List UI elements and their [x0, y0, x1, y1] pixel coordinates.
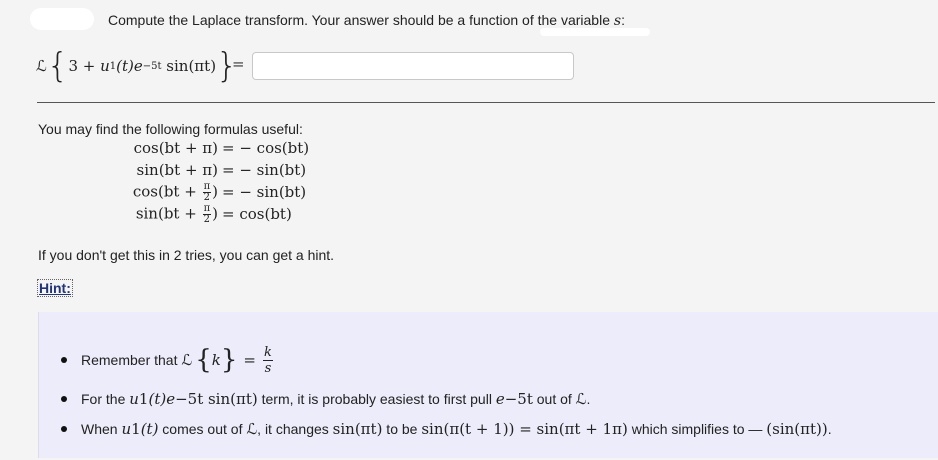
hint-link[interactable]: Hint: [37, 279, 73, 297]
hint3-t: (t) [140, 420, 159, 438]
hint3-mid: comes out of [158, 421, 247, 437]
hint2-laplace: ℒ [575, 390, 587, 408]
hint-item-3: When u 1 (t) comes out of ℒ , it changes s… [81, 418, 832, 440]
formula-lhs-post: ) [212, 204, 218, 222]
formula-row: cos(bt + π 2) = − sin(bt) [70, 181, 309, 203]
formula-lhs: cos(bt + π) [133, 139, 218, 157]
formula-lhs: cos(bt + π 2) [70, 180, 222, 203]
hint1-fraction: k s [262, 344, 273, 376]
hint2-exp: −5t [175, 390, 204, 408]
formula-rhs: = − sin(bt) [222, 183, 307, 201]
hint2-post: out of [532, 391, 576, 407]
redaction-mark [30, 8, 94, 30]
hint2-u: u [129, 390, 139, 408]
hint1-den: s [264, 360, 272, 376]
open-brace: { [46, 46, 69, 86]
hint2-mid: term, it is probably easiest to first pu… [257, 391, 496, 407]
hint-item-2: For the u 1 (t)e −5t sin(πt) term, it is pr… [81, 388, 590, 410]
expr-exp: −5t [142, 60, 162, 72]
formulas-intro: You may find the following formulas usef… [38, 121, 303, 137]
hint3-expr2: sin(π(t + 1)) = sin(πt + 1π) [421, 420, 628, 438]
expr-t: (t)e [116, 57, 143, 75]
fraction-num: π [202, 202, 212, 215]
question-text: Compute the Laplace transform. Your answ… [108, 12, 610, 28]
question-prompt: Compute the Laplace transform. Your answ… [108, 12, 625, 29]
hint3-mid4: which simplifies to — [627, 421, 767, 437]
hint3-expr3: (sin(πt)) [766, 420, 828, 438]
formula-lhs-pre: cos(bt + [132, 182, 202, 200]
formula-lhs: sin(bt + π) [136, 161, 218, 179]
hint2-u-sub: 1 [138, 390, 149, 408]
hint3-laplace: ℒ [246, 420, 258, 438]
formula-lhs: sin(bt + π 2) [70, 202, 222, 225]
answer-input[interactable] [252, 52, 574, 80]
fraction: π2 [202, 202, 212, 225]
hint2-pre: For the [81, 391, 130, 407]
problem-panel: Compute the Laplace transform. Your answ… [0, 0, 938, 460]
hint2-e: e [495, 390, 505, 408]
hint3-mid2: , it changes [257, 421, 333, 437]
hint1-laplace: ℒ [181, 351, 193, 369]
hint2-end: . [586, 391, 591, 407]
formula-row: cos(bt + π) = − cos(bt) [70, 137, 310, 159]
formula-rhs: = − cos(bt) [222, 139, 310, 157]
hint1-close-brace: } [220, 345, 238, 375]
divider [37, 102, 935, 103]
formula-lhs-post: ) [212, 182, 218, 200]
formula-list: cos(bt + π) = − cos(bt) sin(bt + π) = − … [70, 137, 309, 225]
question-colon: : [621, 12, 625, 28]
fraction-num: π [202, 180, 212, 193]
fraction: π2 [202, 180, 212, 203]
tries-notice: If you don't get this in 2 tries, you ca… [38, 247, 335, 263]
hint-box: Remember that ℒ { k } = k s For the u 1 (t… [38, 312, 938, 458]
bullet-icon [61, 396, 67, 402]
hint2-sin: sin(πt) [203, 390, 258, 408]
fraction-den: 2 [203, 191, 211, 203]
equals-sign: = [232, 55, 245, 73]
hint1-num: k [262, 344, 273, 361]
laplace-operator: ℒ [36, 57, 47, 75]
hint3-mid3: to be [382, 421, 422, 437]
expr-const: 3 + [68, 57, 101, 75]
formula-row: sin(bt + π) = − sin(bt) [70, 159, 309, 181]
bullet-icon [61, 357, 67, 363]
hint2-t: (t)e [148, 390, 176, 408]
hint3-expr1: sin(πt) [332, 420, 383, 438]
laplace-equation: ℒ { 3 + u 1 (t)e −5t sin(πt) } [36, 44, 238, 88]
redaction-mark-2 [540, 28, 650, 36]
hint1-equals: = [243, 351, 256, 369]
hint-item-1: Remember that ℒ { k } = k s [81, 342, 274, 378]
formula-rhs: = − sin(bt) [222, 161, 307, 179]
hint2-e-exp: −5t [504, 390, 533, 408]
fraction-den: 2 [203, 213, 211, 225]
hint3-pre: When [81, 421, 122, 437]
formula-lhs-pre: sin(bt + [135, 204, 202, 222]
expr-u: u [100, 57, 110, 75]
hint1-k: k [211, 351, 221, 369]
bullet-icon [61, 426, 67, 432]
formula-row: sin(bt + π 2) = cos(bt) [70, 203, 309, 225]
hint3-u-sub: 1 [131, 420, 141, 438]
hint1-text: Remember that [81, 352, 182, 368]
hint1-open-brace: { [195, 345, 212, 375]
hint3-end: . [827, 421, 832, 437]
expr-sin: sin(πt) [161, 57, 217, 75]
formula-rhs: = cos(bt) [222, 205, 292, 223]
hint3-u: u [121, 420, 132, 438]
question-variable: s [613, 13, 622, 29]
